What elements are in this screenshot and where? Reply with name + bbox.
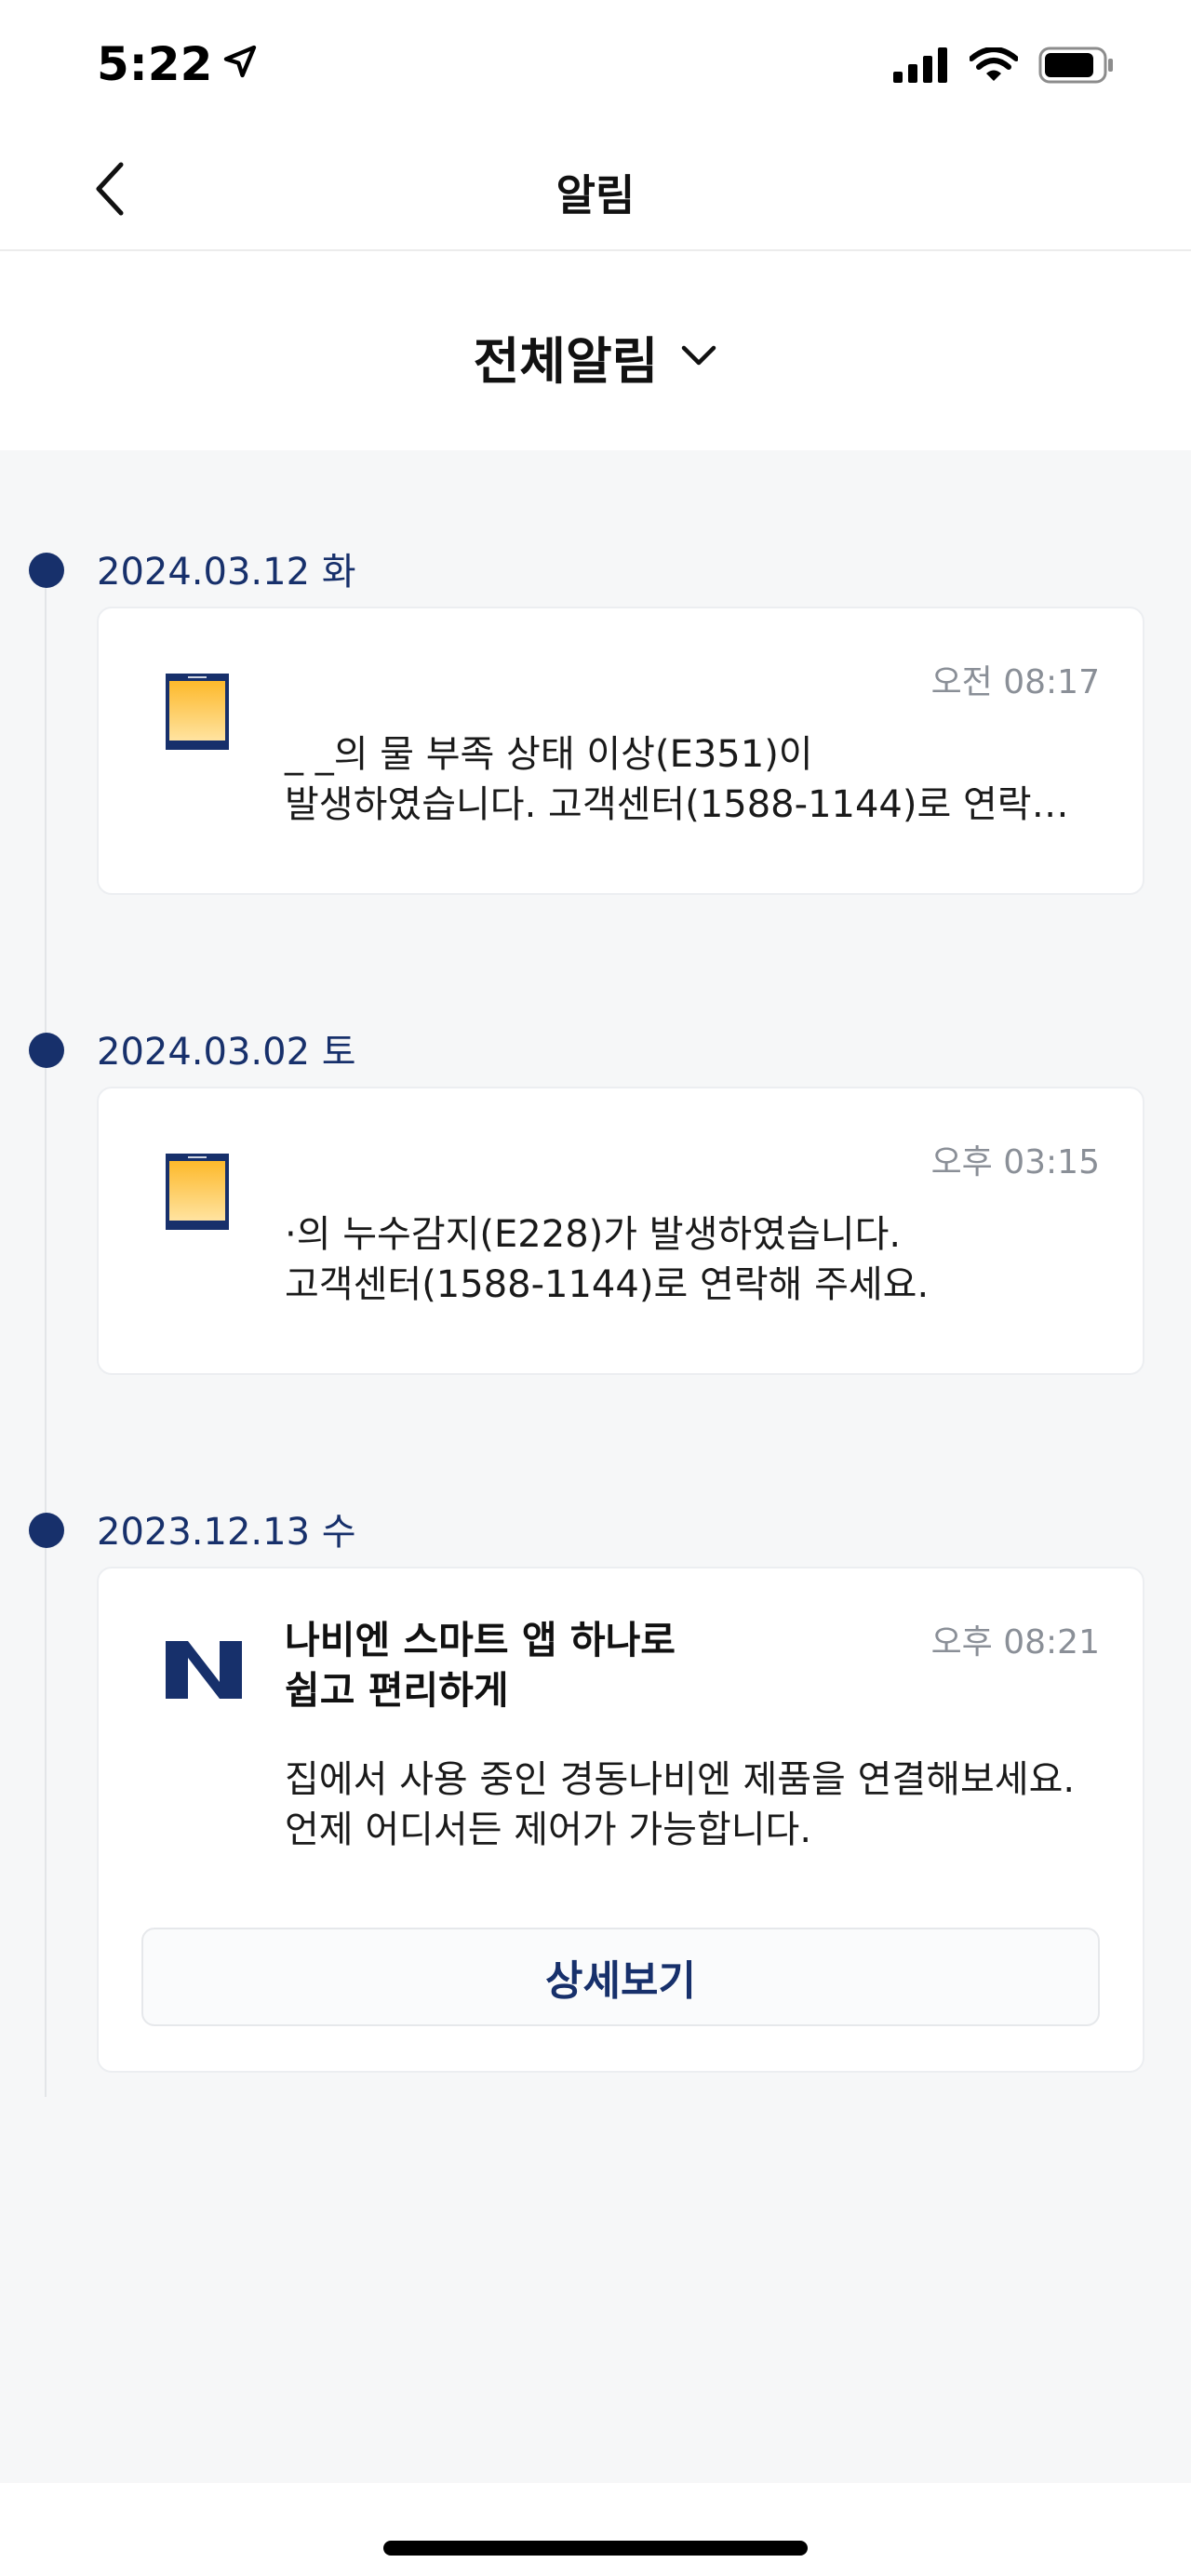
page-title: 알림 [555,170,636,220]
home-indicator-area [0,2483,1191,2576]
notification-text: 집에서 사용 중인 경동나비엔 제품을 연결해보세요. 언제 어디서든 제어가 … [285,1758,1076,1851]
status-bar: 5:22 [0,0,1191,130]
notification-title: 나비엔 스마트 앱 하나로 쉽고 편리하게 [285,1618,676,1713]
location-arrow-icon [221,37,259,91]
filter-label: 전체알림 [473,332,659,391]
date-label: 2023.12.13 수 [97,1511,356,1554]
timeline-dot [29,1033,64,1068]
date-label: 2024.03.12 화 [97,551,356,594]
timeline-line [45,571,47,2097]
water-heater-device-icon [166,674,229,750]
navien-logo-icon [166,1641,242,1699]
battery-icon [1038,47,1115,87]
status-time: 5:22 [97,37,259,91]
signal-icon [893,47,949,87]
date-label: 2024.03.02 토 [97,1031,356,1074]
notification-card[interactable]: 오후 03:15 ·의 누수감지(E228)가 발생하였습니다. 고객센터(15… [97,1087,1144,1375]
notification-time: 오후 08:21 [930,1623,1100,1662]
notification-timeline: 2024.03.12 화 오전 08:17 _ _의 물 부족 상태 이상(E3… [0,450,1191,2483]
notification-time: 오전 08:17 [930,663,1100,701]
notification-card[interactable]: 오전 08:17 _ _의 물 부족 상태 이상(E351)이 발생하였습니다.… [97,607,1144,895]
chevron-down-icon [680,342,717,372]
filter-area: 전체알림 [0,253,1191,450]
nav-bar: 알림 [0,130,1191,251]
notification-card[interactable]: 오후 08:21 나비엔 스마트 앱 하나로 쉽고 편리하게 집에서 사용 중인… [97,1567,1144,2073]
timeline-dot [29,553,64,588]
home-indicator[interactable] [383,2541,808,2556]
detail-button[interactable]: 상세보기 [141,1928,1100,2026]
water-heater-device-icon [166,1154,229,1230]
notification-filter-dropdown[interactable]: 전체알림 [0,320,1191,394]
status-time-label: 5:22 [97,37,213,91]
notification-text: _ _의 물 부족 상태 이상(E351)이 발생하였습니다. 고객센터(158… [285,733,1069,826]
timeline-dot [29,1513,64,1548]
notification-time: 오후 03:15 [930,1143,1100,1181]
wifi-icon [969,47,1019,87]
notification-text: ·의 누수감지(E228)가 발생하였습니다. 고객센터(1588-1144)로… [285,1213,930,1306]
status-icons [893,47,1115,87]
